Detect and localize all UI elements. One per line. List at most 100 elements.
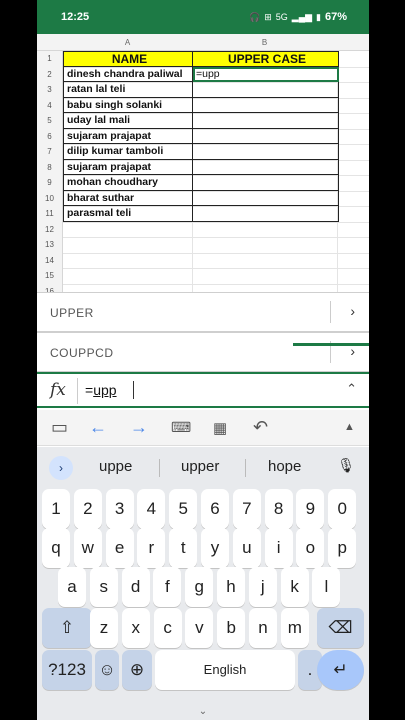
key-letter[interactable]: f — [153, 567, 182, 607]
spreadsheet-grid[interactable]: A B 1234567891011121314151617NAMEUPPER C… — [37, 34, 369, 316]
chevron-right-icon[interactable]: › — [350, 303, 355, 319]
arrow-right-icon[interactable]: → — [130, 417, 148, 438]
microphone-icon[interactable]: 🎙 — [337, 457, 355, 474]
row-header[interactable]: 9 — [37, 175, 63, 191]
function-suggestion-upper[interactable]: UPPER › — [37, 292, 369, 332]
name-cell[interactable]: dilip kumar tamboli — [63, 144, 193, 160]
row-header[interactable]: 2 — [37, 66, 63, 82]
word-suggestion[interactable]: uppe — [99, 458, 132, 475]
active-cell[interactable]: =upp — [193, 66, 339, 82]
key-letter[interactable]: w — [73, 528, 102, 568]
key-letter[interactable]: v — [185, 608, 214, 648]
key-number[interactable]: 1 — [42, 489, 70, 529]
key-letter[interactable]: p — [328, 528, 357, 568]
name-cell[interactable]: mohan choudhary — [63, 175, 193, 191]
upper-case-cell[interactable] — [193, 144, 339, 160]
name-cell[interactable]: uday lal mali — [63, 113, 193, 129]
numeric-keypad-icon[interactable]: ⌨ — [171, 419, 191, 436]
upper-case-cell[interactable] — [193, 97, 339, 113]
key-letter[interactable]: z — [90, 608, 118, 648]
globe-icon[interactable]: ⊕ — [122, 650, 152, 690]
upper-case-cell[interactable] — [193, 128, 339, 144]
name-cell[interactable]: babu singh solanki — [63, 97, 193, 113]
key-number[interactable]: 6 — [201, 489, 229, 529]
word-suggestion[interactable]: upper — [181, 458, 219, 475]
formula-input[interactable]: =upp — [85, 382, 117, 398]
upper-case-cell[interactable] — [193, 190, 339, 206]
key-letter[interactable]: e — [105, 528, 134, 568]
key-letter[interactable]: i — [264, 528, 293, 568]
space-bar[interactable]: English — [155, 650, 295, 690]
row-header[interactable]: 14 — [37, 252, 63, 268]
shift-icon[interactable]: ⇧ — [42, 608, 92, 648]
name-cell[interactable]: ratan lal teli — [63, 82, 193, 98]
name-cell[interactable]: sujaram prajapat — [63, 159, 193, 175]
row-header[interactable]: 12 — [37, 221, 63, 237]
symbols-key[interactable]: ?123 — [42, 650, 92, 690]
undo-icon[interactable]: ↶ — [253, 417, 268, 438]
row-header[interactable]: 7 — [37, 144, 63, 160]
key-letter[interactable]: j — [248, 567, 277, 607]
formula-bar[interactable]: fx =upp ⌃ — [37, 372, 369, 408]
row-header[interactable]: 15 — [37, 268, 63, 284]
key-letter[interactable]: g — [185, 567, 214, 607]
key-letter[interactable]: d — [121, 567, 150, 607]
key-letter[interactable]: h — [217, 567, 245, 607]
key-letter[interactable]: m — [280, 608, 309, 648]
row-header[interactable]: 5 — [37, 113, 63, 129]
key-letter[interactable]: o — [296, 528, 325, 568]
row-header[interactable]: 13 — [37, 237, 63, 253]
row-header[interactable]: 8 — [37, 159, 63, 175]
row-header[interactable]: 6 — [37, 128, 63, 144]
upper-case-cell[interactable] — [193, 206, 339, 222]
function-suggestion-coouppcd[interactable]: COUPPCD › — [37, 332, 369, 372]
column-header-a[interactable]: A — [63, 34, 192, 51]
header-cell-name[interactable]: NAME — [63, 51, 193, 67]
select-all-corner[interactable] — [37, 34, 63, 51]
chevron-up-icon[interactable]: ⌃ — [346, 381, 357, 397]
key-letter[interactable]: s — [89, 567, 118, 607]
key-letter[interactable]: b — [217, 608, 246, 648]
row-header[interactable]: 11 — [37, 206, 63, 222]
word-suggestion[interactable]: hope — [268, 458, 301, 475]
upper-case-cell[interactable] — [193, 159, 339, 175]
row-header[interactable]: 1 — [37, 51, 63, 67]
key-letter[interactable]: u — [232, 528, 261, 568]
key-number[interactable]: 2 — [73, 489, 102, 529]
chevron-right-icon[interactable]: › — [49, 456, 73, 480]
name-cell[interactable]: bharat suthar — [63, 190, 193, 206]
calendar-icon[interactable]: ▦ — [213, 419, 227, 437]
key-number[interactable]: 0 — [328, 489, 357, 529]
cell-format-icon[interactable]: ▭ — [51, 417, 68, 438]
column-header-c[interactable] — [337, 34, 369, 51]
key-letter[interactable]: x — [121, 608, 150, 648]
key-number[interactable]: 8 — [264, 489, 293, 529]
name-cell[interactable]: parasmal teli — [63, 206, 193, 222]
key-letter[interactable]: q — [42, 528, 70, 568]
name-cell[interactable]: dinesh chandra paliwal — [63, 66, 193, 82]
upper-case-cell[interactable] — [193, 175, 339, 191]
arrow-left-icon[interactable]: ← — [89, 417, 107, 438]
key-letter[interactable]: k — [280, 567, 309, 607]
key-number[interactable]: 7 — [232, 489, 261, 529]
upper-case-cell[interactable] — [193, 113, 339, 129]
row-header[interactable]: 10 — [37, 190, 63, 206]
key-letter[interactable]: l — [312, 567, 341, 607]
backspace-icon[interactable]: ⌫ — [317, 608, 364, 648]
key-letter[interactable]: n — [249, 608, 277, 648]
key-letter[interactable]: c — [153, 608, 182, 648]
key-number[interactable]: 5 — [169, 489, 198, 529]
key-number[interactable]: 4 — [137, 489, 166, 529]
row-header[interactable]: 4 — [37, 97, 63, 113]
name-cell[interactable]: sujaram prajapat — [63, 128, 193, 144]
key-number[interactable]: 9 — [296, 489, 325, 529]
enter-icon[interactable]: ↵ — [317, 650, 364, 690]
emoji-icon[interactable]: ☺ — [95, 650, 119, 690]
row-header[interactable]: 3 — [37, 82, 63, 98]
key-letter[interactable]: r — [137, 528, 166, 568]
key-letter[interactable]: t — [169, 528, 198, 568]
fx-icon[interactable]: fx — [50, 380, 66, 400]
key-letter[interactable]: y — [201, 528, 229, 568]
toolbar-expand-icon[interactable]: ▲ — [344, 421, 355, 433]
header-cell-upper-case[interactable]: UPPER CASE — [193, 51, 339, 67]
